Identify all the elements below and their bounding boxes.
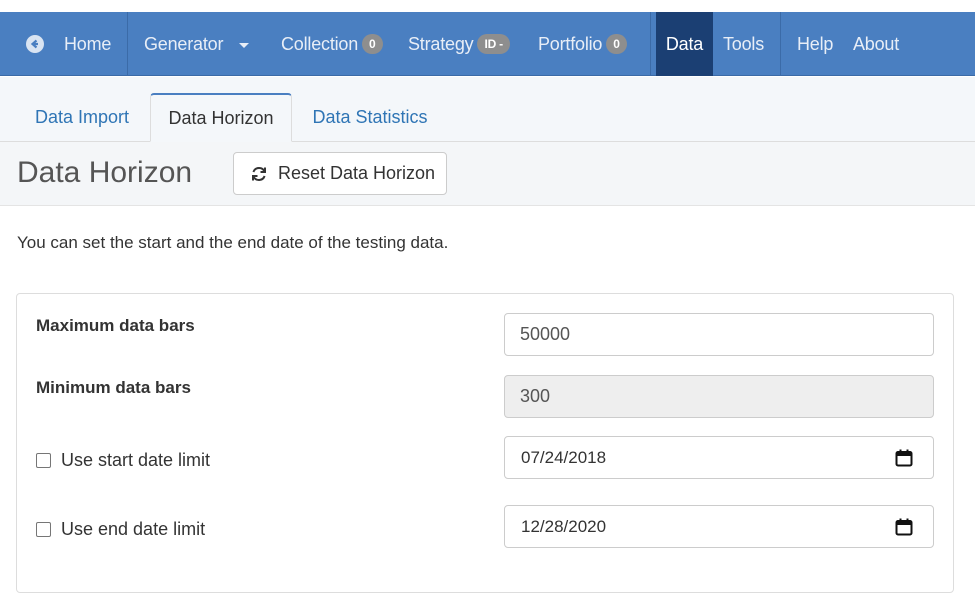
nav-tools[interactable]: Tools	[723, 12, 764, 76]
calendar-icon[interactable]	[895, 449, 913, 467]
nav-portfolio[interactable]: Portfolio 0	[538, 12, 627, 76]
end-date-limit-label: Use end date limit	[61, 519, 206, 539]
nav-home-label: Home	[64, 33, 112, 54]
page-title: Data Horizon	[17, 156, 193, 189]
nav-tools-label: Tools	[723, 33, 765, 54]
main-navbar: Home Generator Collection 0 Strategy ID …	[0, 12, 975, 76]
page-description: You can set the start and the end date o…	[17, 233, 449, 252]
max-bars-label: Maximum data bars	[36, 316, 195, 335]
nav-divider	[127, 12, 128, 76]
nav-about[interactable]: About	[853, 12, 899, 76]
nav-home[interactable]: Home	[26, 12, 111, 76]
nav-data-label: Data	[665, 33, 704, 54]
nav-strategy-label: Strategy	[408, 33, 474, 54]
min-bars-value: 300	[520, 386, 551, 406]
start-date-input[interactable]: 07/24/2018	[504, 436, 934, 479]
tab-data-import[interactable]: Data Import	[16, 93, 148, 142]
tab-data-statistics[interactable]: Data Statistics	[297, 93, 443, 142]
refresh-icon	[250, 165, 268, 183]
nav-about-label: About	[853, 33, 900, 54]
nav-help[interactable]: Help	[797, 12, 833, 76]
tab-data-horizon[interactable]: Data Horizon	[150, 93, 292, 142]
end-date-limit-row: Use end date limit	[36, 519, 205, 540]
min-bars-label: Minimum data bars	[36, 378, 191, 397]
nav-generator-label: Generator	[144, 33, 224, 54]
nav-portfolio-label: Portfolio	[538, 33, 603, 54]
nav-divider	[780, 12, 781, 76]
back-arrow-icon	[26, 35, 44, 53]
start-date-limit-label: Use start date limit	[61, 450, 211, 470]
max-bars-input[interactable]: 50000	[504, 313, 934, 356]
top-strip	[0, 0, 975, 12]
nav-collection-label: Collection	[281, 33, 359, 54]
nav-generator[interactable]: Generator	[144, 12, 250, 76]
reset-data-horizon-button[interactable]: Reset Data Horizon	[233, 152, 447, 195]
start-date-value: 07/24/2018	[521, 447, 607, 467]
end-date-value: 12/28/2020	[521, 516, 607, 536]
start-date-limit-checkbox[interactable]	[36, 453, 51, 468]
end-date-limit-checkbox[interactable]	[36, 522, 51, 537]
max-bars-value: 50000	[520, 324, 571, 344]
nav-data[interactable]: Data	[656, 12, 713, 76]
strategy-id-badge: ID -	[477, 34, 510, 54]
tab-label: Data Statistics	[312, 107, 428, 127]
min-bars-input: 300	[504, 375, 934, 418]
page-header: Data Horizon Reset Data Horizon	[0, 142, 975, 206]
tab-bar: Data Import Data Horizon Data Statistics	[0, 77, 975, 142]
end-date-input[interactable]: 12/28/2020	[504, 505, 934, 548]
tab-label: Data Horizon	[168, 107, 274, 128]
portfolio-count-badge: 0	[606, 34, 627, 54]
start-date-limit-row: Use start date limit	[36, 450, 210, 471]
nav-strategy[interactable]: Strategy ID -	[408, 12, 510, 76]
chevron-down-icon	[239, 42, 250, 48]
nav-help-label: Help	[797, 33, 834, 54]
reset-button-label: Reset Data Horizon	[278, 163, 436, 183]
tab-label: Data Import	[34, 107, 130, 127]
calendar-icon[interactable]	[895, 518, 913, 536]
nav-divider	[650, 12, 651, 76]
collection-count-badge: 0	[362, 34, 383, 54]
nav-collection[interactable]: Collection 0	[281, 12, 383, 76]
